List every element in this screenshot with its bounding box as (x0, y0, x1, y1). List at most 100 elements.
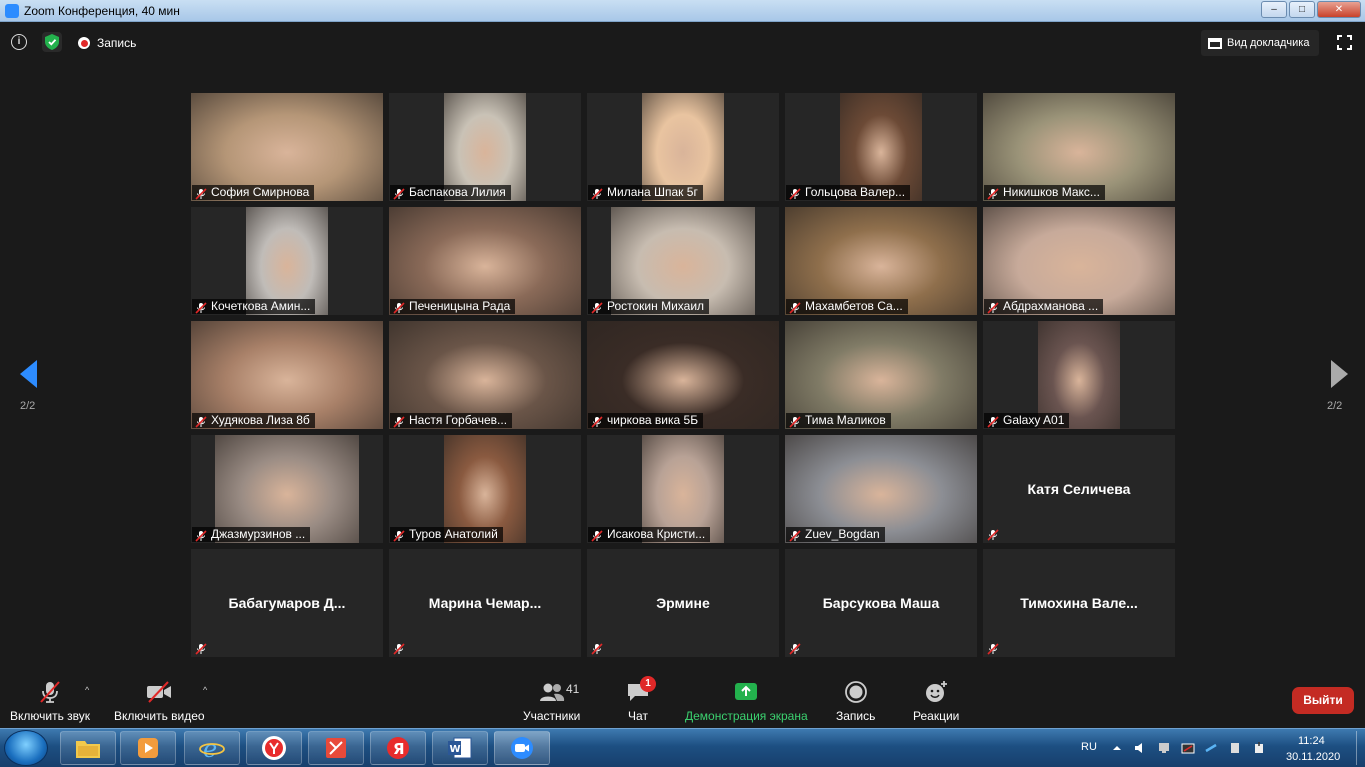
participant-tile[interactable]: Тима Маликов (785, 321, 977, 429)
close-button[interactable]: ✕ (1317, 1, 1361, 18)
svg-text:e: e (203, 735, 217, 761)
word-taskbar-button[interactable]: W (432, 731, 488, 765)
mic-muted-icon (195, 642, 207, 655)
meeting-info-icon[interactable]: i (11, 34, 27, 50)
participant-name: София Смирнова (211, 185, 310, 199)
mic-muted-icon (789, 301, 801, 314)
participant-tile[interactable]: Махамбетов Са... (785, 207, 977, 315)
power-icon[interactable] (1252, 741, 1266, 755)
folder-icon (76, 741, 100, 758)
start-video-label: Включить видео (114, 709, 205, 723)
page-indicator-right: 2/2 (1327, 400, 1343, 412)
participant-tile[interactable]: София Смирнова (191, 93, 383, 201)
yandex-taskbar-button[interactable]: Я (370, 731, 426, 765)
volume-icon[interactable] (1133, 741, 1147, 755)
windows-start-button[interactable] (4, 730, 48, 766)
participant-name: Махамбетов Са... (805, 299, 903, 313)
participant-tile[interactable]: Барсукова Маша (785, 549, 977, 657)
participant-tile[interactable]: Никишков Макс... (983, 93, 1175, 201)
participant-tile[interactable]: Катя Селичева (983, 435, 1175, 543)
security-shield-icon[interactable] (42, 32, 62, 52)
participant-tile[interactable]: Бабагумаров Д... (191, 549, 383, 657)
meeting-toolbar: Включить звук ^ Включить видео ^ Участни… (0, 671, 1365, 728)
action-center-icon[interactable] (1181, 741, 1195, 755)
mic-muted-icon (393, 642, 405, 655)
participant-tile[interactable]: Абдрахманова ... (983, 207, 1175, 315)
mic-muted-icon (591, 642, 603, 655)
participant-tile[interactable]: Джазмурзинов ... (191, 435, 383, 543)
participant-tile[interactable]: Кочеткова Амин... (191, 207, 383, 315)
mic-muted-icon (393, 187, 405, 200)
audio-options-caret-icon[interactable]: ^ (85, 685, 89, 695)
fullscreen-icon[interactable] (1337, 35, 1352, 50)
participant-tile[interactable]: Баспакова Лилия (389, 93, 581, 201)
show-desktop-button[interactable] (1356, 731, 1364, 765)
red-app-icon (326, 738, 346, 758)
zoom-taskbar-button[interactable] (494, 731, 550, 765)
participant-nameplate: Galaxy A01 (984, 413, 1070, 428)
media-player-icon (138, 738, 158, 758)
participant-tile[interactable]: Туров Анатолий (389, 435, 581, 543)
participant-nameplate: Худякова Лиза 8б (192, 413, 315, 428)
maximize-button[interactable]: □ (1289, 1, 1315, 18)
mic-muted-icon (591, 529, 603, 542)
participant-name: Худякова Лиза 8б (211, 413, 310, 427)
record-button[interactable]: Запись (836, 680, 875, 723)
language-indicator[interactable]: RU (1081, 741, 1097, 753)
share-screen-button[interactable]: Демонстрация экрана (685, 680, 808, 723)
yandex-browser-taskbar-button[interactable] (246, 731, 302, 765)
participant-tile[interactable]: чиркова вика 5Б (587, 321, 779, 429)
bluetooth-tray-icon[interactable] (1204, 741, 1218, 755)
previous-page-button[interactable] (20, 360, 38, 393)
mic-muted-icon (591, 415, 603, 428)
recording-indicator[interactable]: Запись (78, 36, 136, 50)
speaker-view-button[interactable]: Вид докладчика (1201, 30, 1320, 56)
participant-tile[interactable]: Худякова Лиза 8б (191, 321, 383, 429)
reactions-label: Реакции (913, 709, 960, 723)
mic-muted-icon (393, 529, 405, 542)
internet-explorer-icon: e (199, 735, 225, 761)
clock-time[interactable]: 11:24 (1298, 735, 1325, 747)
participant-tile[interactable]: Настя Горбачев... (389, 321, 581, 429)
leave-meeting-button[interactable]: Выйти (1292, 687, 1354, 714)
participant-tile[interactable]: Гольцова Валер... (785, 93, 977, 201)
participant-nameplate: Исакова Кристи... (588, 527, 711, 542)
record-dot-icon (78, 37, 90, 49)
mic-muted-icon (393, 301, 405, 314)
explorer-taskbar-button[interactable] (60, 731, 116, 765)
media-player-taskbar-button[interactable] (120, 731, 176, 765)
tray-expand-icon[interactable] (1110, 741, 1124, 755)
participant-tile[interactable]: Ростокин Михаил (587, 207, 779, 315)
page-indicator-left: 2/2 (20, 400, 36, 412)
participant-tile[interactable]: Исакова Кристи... (587, 435, 779, 543)
participant-tile[interactable]: Марина Чемар... (389, 549, 581, 657)
participant-tile[interactable]: Galaxy A01 (983, 321, 1175, 429)
unmute-button[interactable]: Включить звук (10, 680, 90, 723)
participant-nameplate: Туров Анатолий (390, 527, 503, 542)
network-icon[interactable] (1157, 741, 1171, 755)
internet-explorer-taskbar-button[interactable]: e (184, 731, 240, 765)
clock-date[interactable]: 30.11.2020 (1286, 751, 1340, 763)
participant-name: Марина Чемар... (428, 595, 542, 611)
video-options-caret-icon[interactable]: ^ (203, 685, 207, 695)
participant-tile[interactable]: Печеницына Рада (389, 207, 581, 315)
chevron-left-icon (20, 360, 37, 388)
next-page-button[interactable] (1330, 360, 1348, 393)
mic-muted-icon (789, 187, 801, 200)
participant-tile[interactable]: Эрмине (587, 549, 779, 657)
participant-name: Тима Маликов (805, 413, 886, 427)
mic-muted-icon (987, 415, 999, 428)
start-video-button[interactable]: Включить видео (114, 680, 205, 723)
participant-nameplate: Махамбетов Са... (786, 299, 908, 314)
word-icon: W (448, 737, 472, 759)
participant-tile[interactable]: Тимохина Вале... (983, 549, 1175, 657)
participant-name: Джазмурзинов ... (211, 527, 306, 541)
participant-nameplate: Кочеткова Амин... (192, 299, 316, 314)
reactions-button[interactable]: Реакции (913, 680, 959, 723)
usb-device-icon[interactable] (1228, 741, 1242, 755)
participant-tile[interactable]: Милана Шпак 5г (587, 93, 779, 201)
participant-tile[interactable]: Zuev_Bogdan (785, 435, 977, 543)
paint-app-taskbar-button[interactable] (308, 731, 364, 765)
zoom-camera-icon (511, 737, 533, 759)
minimize-button[interactable]: – (1261, 1, 1287, 18)
